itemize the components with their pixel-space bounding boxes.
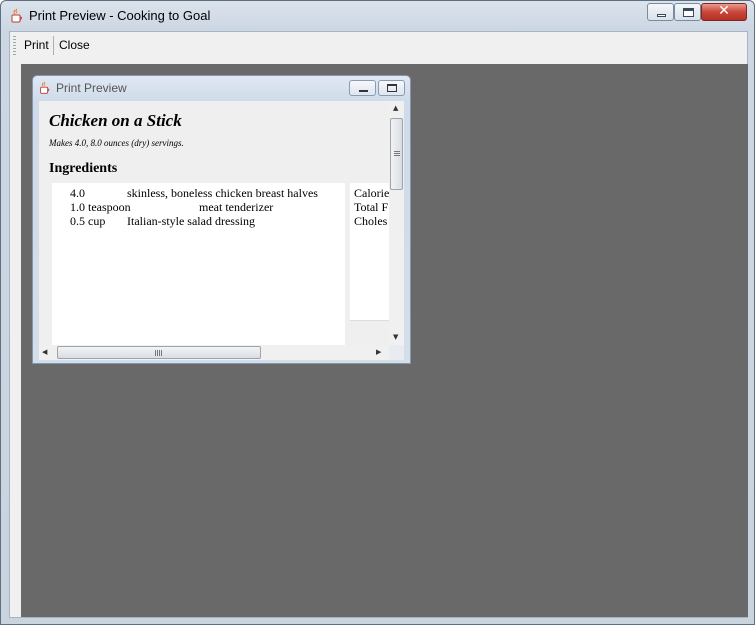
vertical-scroll-thumb[interactable] [390, 118, 403, 190]
toolbar-grip[interactable] [13, 36, 16, 56]
ingredients-heading: Ingredients [49, 161, 118, 176]
servings-text: Makes 4.0, 8.0 ounces (dry) servings. [49, 138, 184, 148]
ingredient-qty: 4.0 [70, 186, 85, 200]
horizontal-scrollbar[interactable]: ◀ ▶ [39, 345, 389, 360]
toolbar: Print Close [10, 32, 747, 60]
minimize-icon [657, 14, 666, 17]
scroll-up-icon[interactable]: ▲ [393, 104, 398, 112]
ingredient-item: meat tenderizer [199, 200, 274, 214]
minimize-button[interactable] [647, 3, 674, 21]
main-window: Print Preview - Cooking to Goal ✕ Print … [0, 0, 755, 625]
nutrition-label: Choles [354, 214, 388, 228]
inner-preview-frame[interactable]: Print Preview Chicken on a Stick Makes 4… [32, 75, 411, 364]
scroll-corner [389, 345, 404, 360]
maximize-icon [387, 84, 397, 92]
close-window-button[interactable]: ✕ [701, 3, 747, 21]
scroll-down-icon[interactable]: ▼ [393, 333, 398, 341]
vertical-scrollbar[interactable]: ▲ ▼ [389, 101, 404, 345]
ingredient-qty: 1.0 teaspoon [70, 200, 131, 214]
recipe-title: Chicken on a Stick [49, 111, 182, 130]
maximize-button[interactable] [674, 3, 701, 21]
window-client-area: Print Close Print Preview Chicken on a S… [9, 31, 748, 618]
ingredient-item: skinless, boneless chicken breast halves [127, 186, 318, 200]
window-title: Print Preview - Cooking to Goal [29, 8, 211, 23]
scroll-right-icon[interactable]: ▶ [376, 348, 381, 356]
java-cup-icon [11, 8, 22, 23]
inner-maximize-button[interactable] [378, 80, 405, 96]
ingredient-item: Italian-style salad dressing [127, 214, 255, 228]
nutrition-table: Calorie Total F Choles [350, 183, 389, 321]
nutrition-label: Total F [354, 200, 389, 214]
minimize-icon [359, 90, 368, 92]
inner-frame-title: Print Preview [56, 81, 127, 95]
scroll-left-icon[interactable]: ◀ [42, 348, 47, 356]
grip-icon [155, 350, 162, 356]
inner-minimize-button[interactable] [349, 80, 376, 96]
nutrition-label: Calorie [354, 186, 389, 200]
toolbar-separator [53, 36, 54, 55]
ingredients-table: 4.0 skinless, boneless chicken breast ha… [52, 183, 345, 345]
ingredient-qty: 0.5 cup [70, 214, 106, 228]
horizontal-scroll-thumb[interactable] [57, 346, 261, 359]
grip-icon [394, 151, 400, 156]
preview-canvas: Print Preview Chicken on a Stick Makes 4… [21, 64, 748, 617]
close-icon: ✕ [718, 3, 730, 19]
maximize-icon [683, 8, 694, 17]
close-button[interactable]: Close [56, 37, 93, 53]
print-button[interactable]: Print [21, 37, 52, 53]
java-cup-icon [40, 81, 50, 94]
recipe-document: Chicken on a Stick Makes 4.0, 8.0 ounces… [39, 101, 389, 345]
